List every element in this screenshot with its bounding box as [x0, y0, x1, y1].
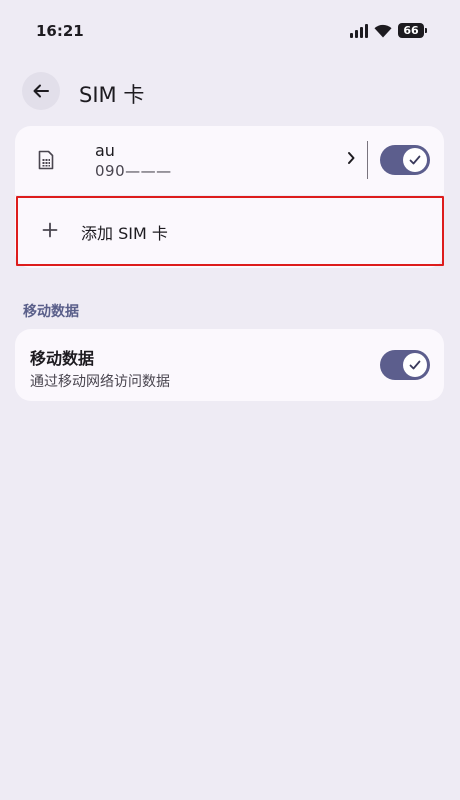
mobile-data-subtitle: 通过移动网络访问数据 [30, 374, 170, 390]
mobile-data-title: 移动数据 [30, 349, 95, 368]
status-bar: 16:21 66 [0, 0, 460, 64]
sim-card-icon [38, 150, 54, 170]
check-icon [409, 360, 421, 370]
toggle-knob [403, 148, 427, 172]
toggle-knob [403, 353, 427, 377]
sim-toggle[interactable] [380, 145, 430, 175]
add-sim-button[interactable]: 添加 SIM 卡 [16, 196, 444, 266]
page-title: SIM 卡 [79, 83, 145, 107]
status-time: 16:21 [36, 22, 84, 40]
chevron-right-icon[interactable] [346, 151, 356, 165]
wifi-icon [374, 24, 392, 37]
back-button[interactable] [22, 72, 60, 110]
vertical-divider [367, 141, 368, 179]
sim-number: 090——— [95, 162, 172, 180]
sim-name: au [95, 141, 115, 160]
add-sim-label: 添加 SIM 卡 [81, 224, 168, 243]
battery-level: 66 [403, 24, 419, 37]
arrow-back-icon [33, 84, 49, 98]
plus-icon [42, 222, 58, 238]
section-header-mobile-data: 移动数据 [23, 304, 79, 320]
status-icons: 66 [350, 23, 427, 38]
mobile-data-toggle[interactable] [380, 350, 430, 380]
check-icon [409, 155, 421, 165]
battery-icon: 66 [398, 23, 427, 38]
signal-icon [350, 23, 368, 38]
